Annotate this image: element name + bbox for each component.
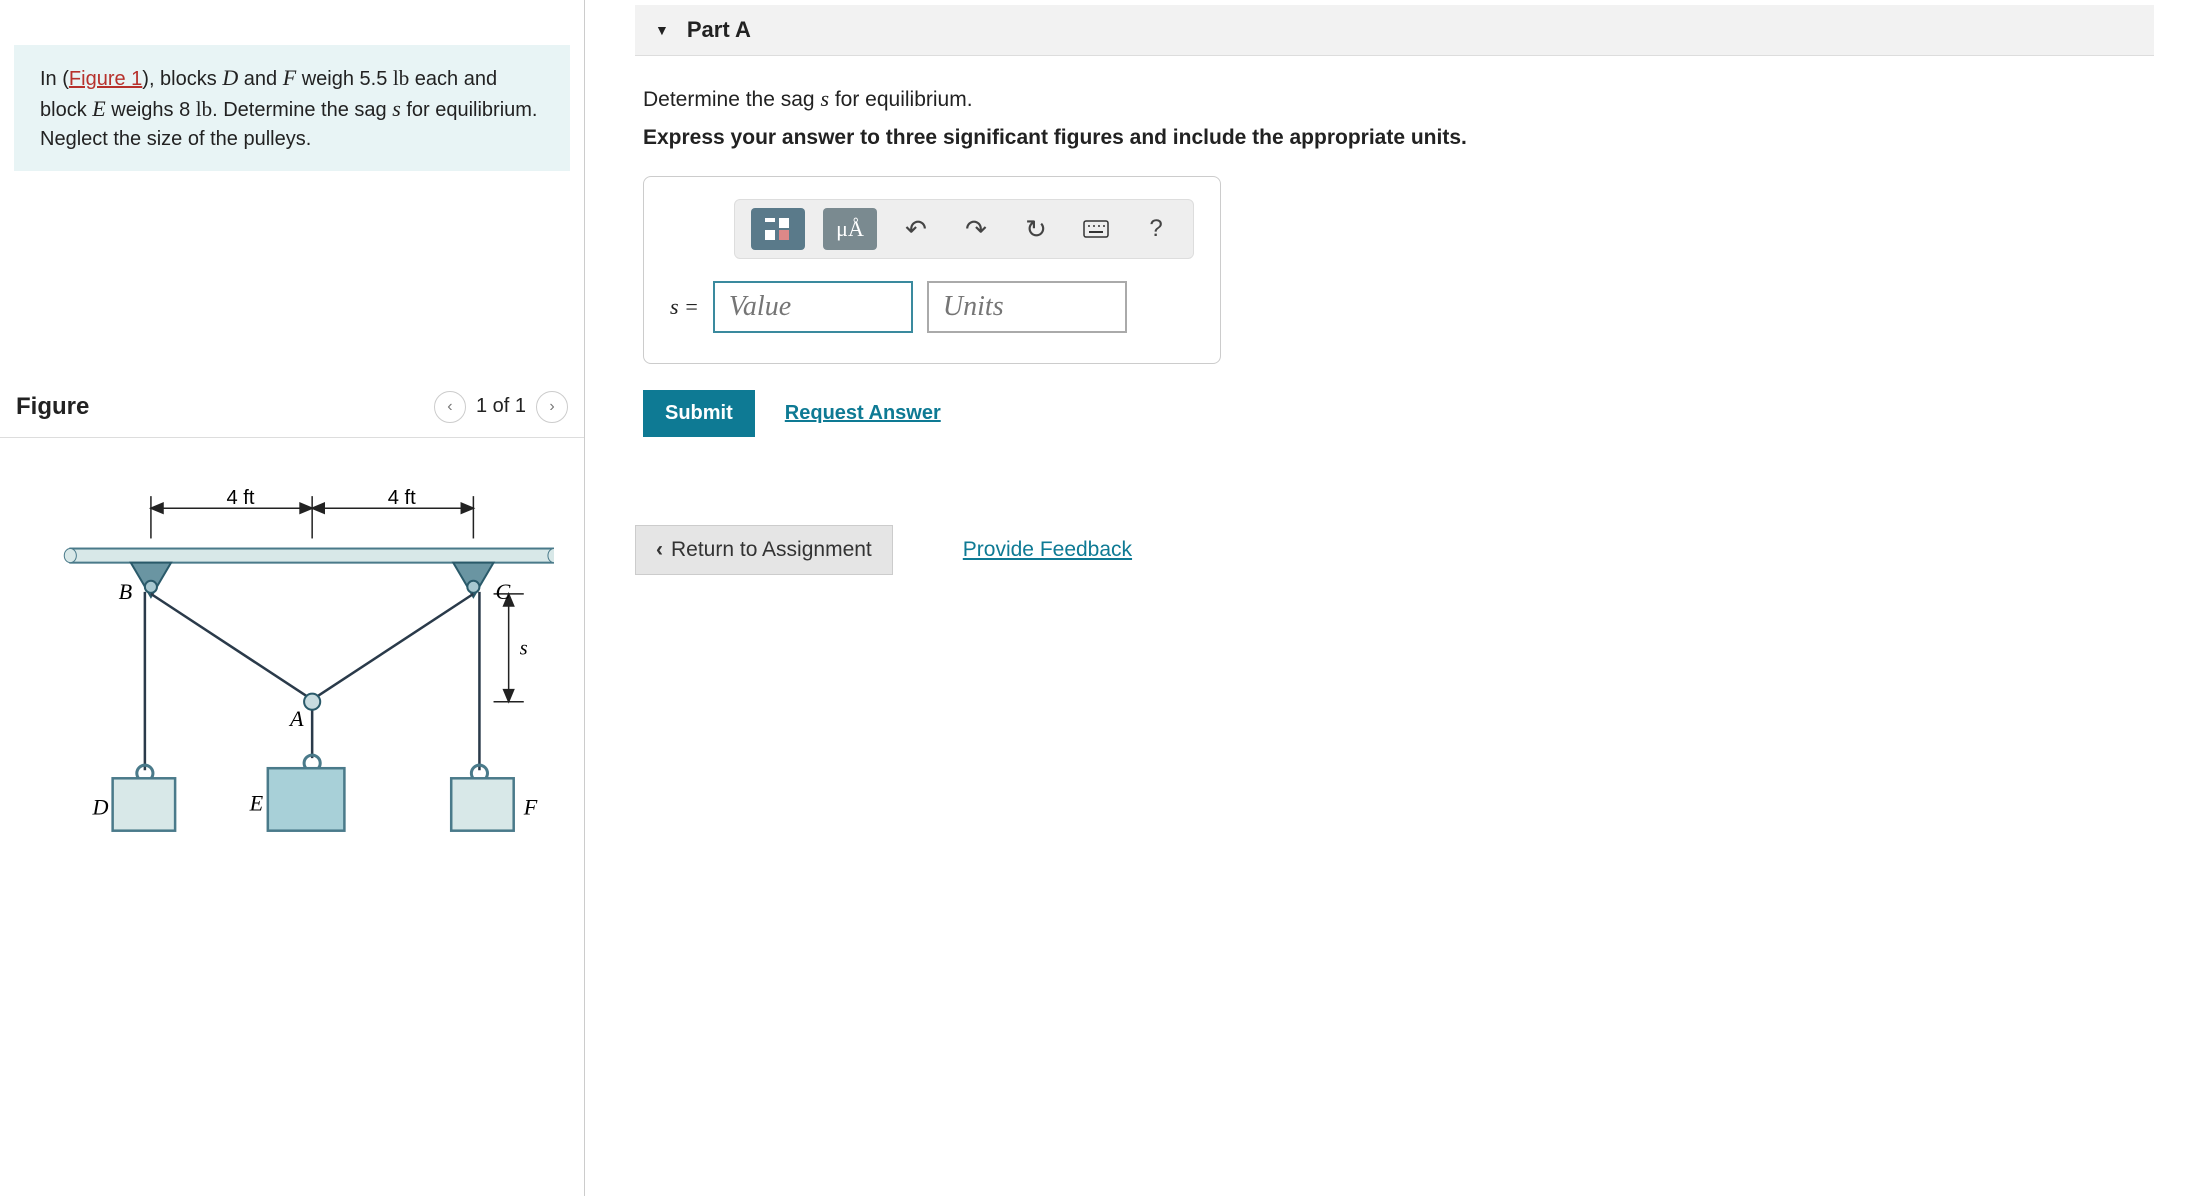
- pulley-b: [131, 562, 171, 596]
- reset-button[interactable]: ↻: [1015, 208, 1057, 250]
- right-panel: ▼ Part A Determine the sag s for equilib…: [585, 0, 2204, 1196]
- dim-label-2: 4 ft: [388, 487, 416, 509]
- diagram-svg: 4 ft 4 ft: [30, 478, 554, 861]
- keyboard-button[interactable]: [1075, 208, 1117, 250]
- submit-button[interactable]: Submit: [643, 390, 755, 437]
- figure-diagram: 4 ft 4 ft: [0, 438, 584, 878]
- block-e: [268, 755, 345, 831]
- block-d: [113, 765, 175, 830]
- dim-label-1: 4 ft: [227, 487, 255, 509]
- left-panel: In (Figure 1), blocks D and F weigh 5.5 …: [0, 0, 585, 1196]
- templates-icon: [763, 216, 793, 242]
- variable-label: s =: [670, 294, 699, 320]
- return-to-assignment-button[interactable]: ‹ Return to Assignment: [635, 525, 893, 575]
- provide-feedback-link[interactable]: Provide Feedback: [963, 538, 1132, 562]
- label-d: D: [91, 794, 108, 819]
- instruction-text: Express your answer to three significant…: [643, 126, 2146, 150]
- problem-statement: In (Figure 1), blocks D and F weigh 5.5 …: [14, 45, 570, 171]
- pager-next-button[interactable]: ›: [536, 391, 568, 423]
- dim-label-s: s: [520, 637, 528, 659]
- part-body: Determine the sag s for equilibrium. Exp…: [635, 56, 2154, 475]
- answer-input-row: s =: [670, 281, 1194, 333]
- collapse-triangle-icon: ▼: [655, 22, 669, 38]
- keyboard-icon: [1083, 220, 1109, 238]
- figure-pager: ‹ 1 of 1 ›: [434, 391, 568, 423]
- label-b: B: [119, 579, 133, 604]
- return-label: Return to Assignment: [671, 538, 872, 562]
- units-input[interactable]: [927, 281, 1127, 333]
- part-label: Part A: [687, 17, 751, 43]
- problem-text: In (: [40, 68, 69, 90]
- figure-title: Figure: [16, 393, 89, 421]
- redo-button[interactable]: ↷: [955, 208, 997, 250]
- value-input[interactable]: [713, 281, 913, 333]
- undo-button[interactable]: ↶: [895, 208, 937, 250]
- label-a: A: [288, 705, 304, 730]
- answer-toolbar: μÅ ↶ ↷ ↻ ?: [734, 199, 1194, 259]
- greek-symbols-button[interactable]: μÅ: [823, 208, 877, 250]
- block-f: [451, 765, 513, 830]
- footer-row: ‹ Return to Assignment Provide Feedback: [635, 525, 2154, 575]
- pager-text: 1 of 1: [476, 395, 526, 418]
- answer-box: μÅ ↶ ↷ ↻ ? s =: [643, 176, 1221, 364]
- figure-header: Figure ‹ 1 of 1 ›: [0, 391, 584, 438]
- submit-row: Submit Request Answer: [643, 390, 2146, 437]
- label-c: C: [496, 579, 511, 604]
- help-button[interactable]: ?: [1135, 208, 1177, 250]
- label-f: F: [523, 794, 538, 819]
- templates-button[interactable]: [751, 208, 805, 250]
- figure-link[interactable]: Figure 1: [69, 68, 142, 90]
- part-header[interactable]: ▼ Part A: [635, 5, 2154, 56]
- request-answer-link[interactable]: Request Answer: [785, 402, 941, 425]
- ring-a: [304, 693, 320, 709]
- label-e: E: [249, 790, 264, 815]
- question-text: Determine the sag s for equilibrium.: [643, 86, 2146, 112]
- chevron-left-icon: ‹: [656, 538, 663, 562]
- pulley-c: [453, 562, 493, 596]
- pager-prev-button[interactable]: ‹: [434, 391, 466, 423]
